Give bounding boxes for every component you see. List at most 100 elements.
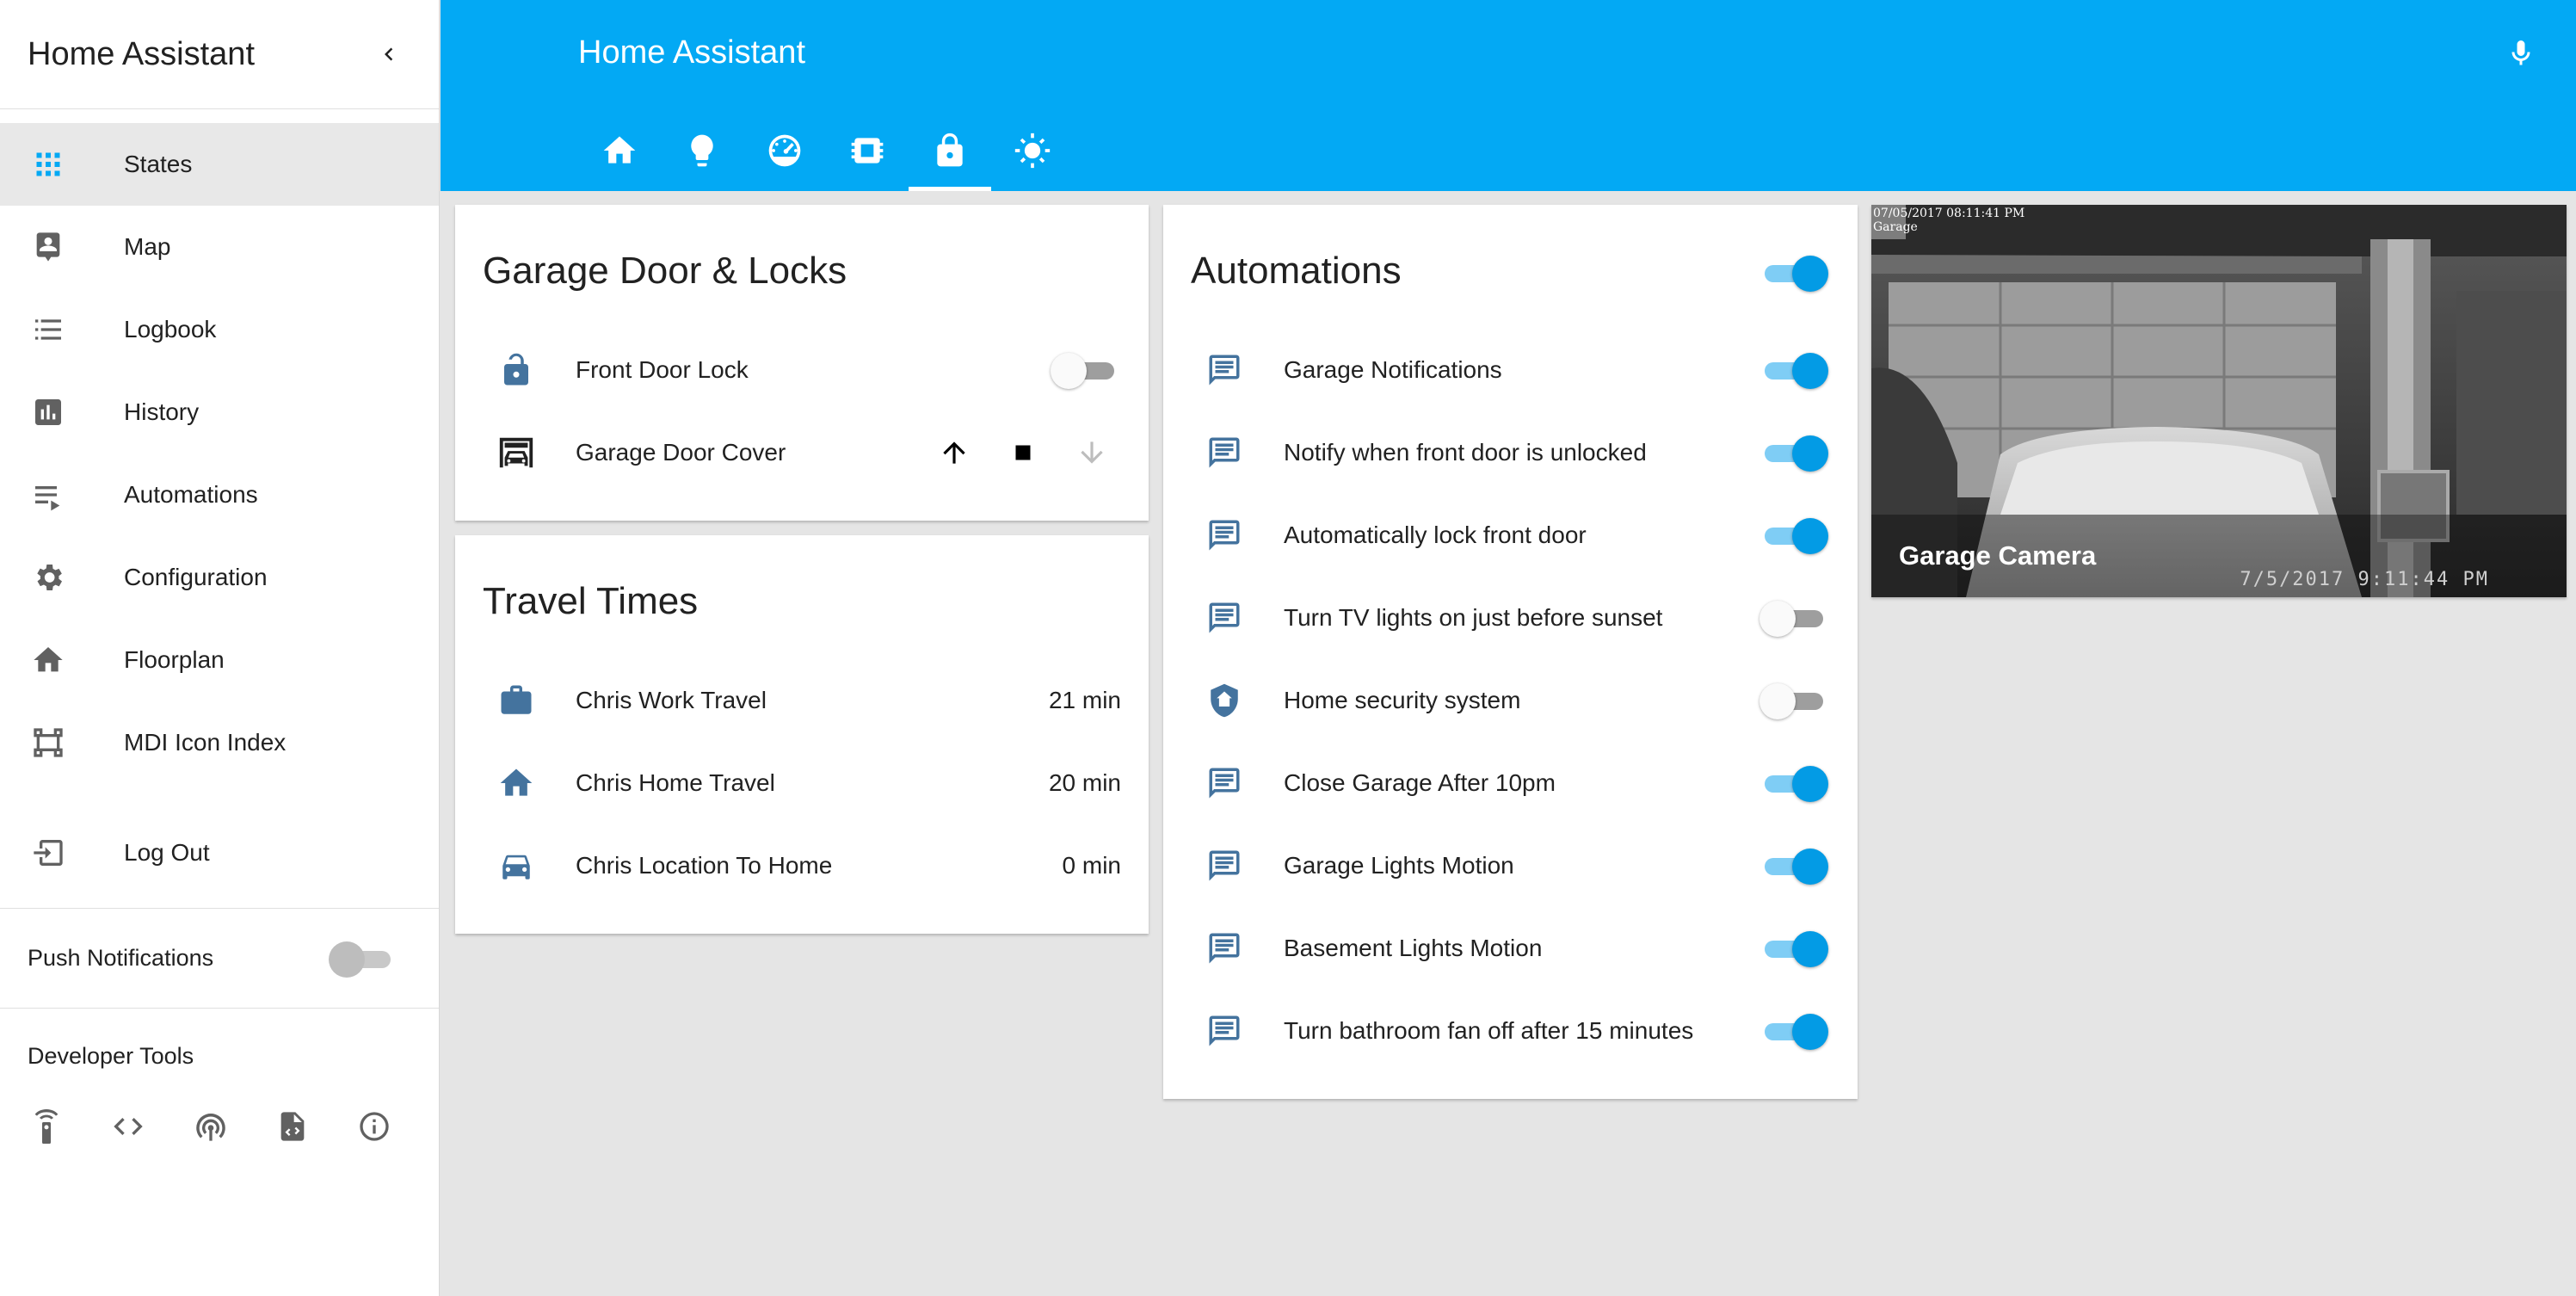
automation-row[interactable]: Home security system [1163,659,1858,742]
view-tabs [578,110,1074,191]
travel-row[interactable]: Chris Home Travel 20 min [455,742,1149,824]
message-text-icon [1205,763,1244,803]
toggle-knob [1792,1014,1828,1050]
tab-system[interactable] [826,110,909,191]
camera-timestamp-text: 07/05/2017 08:11:41 PM [1873,207,2025,220]
garage-car-icon [496,433,536,472]
tab-weather[interactable] [991,110,1074,191]
automation-toggle[interactable] [1759,349,1828,392]
tab-security[interactable] [909,110,991,191]
sidebar-title: Home Assistant [28,35,255,72]
card-title: Garage Door & Locks [483,250,847,292]
automation-row[interactable]: Basement Lights Motion [1163,907,1858,990]
toggle-knob [1792,435,1828,472]
push-notifications-toggle[interactable] [329,937,396,980]
sidebar-item-label: Automations [124,481,258,508]
message-text-icon [1205,1011,1244,1051]
sidebar-item-label: Map [124,233,171,260]
sidebar-header: Home Assistant [0,0,439,109]
sidebar-item-label: States [124,151,193,177]
toggle-knob [1792,931,1828,967]
automation-toggle[interactable] [1759,762,1828,805]
toggle-knob [329,941,365,978]
front-door-lock-toggle[interactable] [1051,349,1119,392]
open-cover-button[interactable] [920,427,989,478]
home-icon [603,136,636,164]
voice-command-button[interactable] [2500,33,2542,74]
broadcast-icon[interactable] [193,1108,227,1145]
camera-timestamp-bottom: 7/5/2017 9:11:44 PM [2240,569,2489,590]
row-label: Front Door Lock [576,356,749,383]
automation-toggle[interactable] [1759,596,1828,639]
row-label: Chris Work Travel [576,687,767,713]
gear-icon [29,559,67,596]
automation-row[interactable]: Turn TV lights on just before sunset [1163,577,1858,659]
microphone-icon [2511,40,2530,65]
garage-door-cover-row: Garage Door Cover [455,411,1149,494]
row-label: Turn bathroom fan off after 15 minutes [1284,1017,1694,1044]
push-notifications-row: Push Notifications [0,909,439,1008]
collapse-sidebar-button[interactable] [365,30,413,78]
row-label: Notify when front door is unlocked [1284,439,1647,466]
sidebar-item-label: MDI Icon Index [124,729,287,756]
lock-icon [937,133,963,167]
arrow-down-icon [1081,441,1103,464]
toggle-knob [1792,353,1828,389]
automation-toggle[interactable] [1759,1009,1828,1052]
file-code-icon[interactable] [275,1108,310,1145]
automation-toggle[interactable] [1759,431,1828,474]
automations-master-toggle[interactable] [1759,251,1828,294]
logout-label: Log Out [124,839,210,866]
sidebar-item-mdi-icon-index[interactable]: MDI Icon Index [0,701,439,784]
sidebar-item-label: Configuration [124,564,268,590]
automation-toggle[interactable] [1759,679,1828,722]
automation-row[interactable]: Automatically lock front door [1163,494,1858,577]
toggle-knob [1792,766,1828,802]
sidebar-item-configuration[interactable]: Configuration [0,536,439,619]
arrow-up-icon [943,441,965,464]
automation-row[interactable]: Close Garage After 10pm [1163,742,1858,824]
automation-toggle[interactable] [1759,514,1828,557]
row-label: Chris Home Travel [576,769,775,796]
travel-row[interactable]: Chris Location To Home 0 min [455,824,1149,907]
sidebar-item-label: Logbook [124,316,217,343]
sidebar-item-logbook[interactable]: Logbook [0,288,439,371]
row-label: Automatically lock front door [1284,521,1587,548]
automation-toggle[interactable] [1759,844,1828,887]
automation-row[interactable]: Notify when front door is unlocked [1163,411,1858,494]
sidebar-item-automations[interactable]: Automations [0,454,439,536]
toggle-knob [1759,683,1796,719]
automation-toggle[interactable] [1759,927,1828,970]
sidebar-item-map[interactable]: Map [0,206,439,288]
sidebar-item-floorplan[interactable]: Floorplan [0,619,439,701]
row-value: 21 min [1048,687,1121,713]
automation-row[interactable]: Turn bathroom fan off after 15 minutes [1163,990,1858,1072]
tab-lights[interactable] [661,110,743,191]
tab-home[interactable] [578,110,661,191]
automation-row[interactable]: Garage Lights Motion [1163,824,1858,907]
tab-sensors[interactable] [743,110,826,191]
page-title: Home Assistant [578,34,805,71]
chart-box-icon [29,393,67,431]
garage-camera-card[interactable]: 07/05/2017 08:11:41 PM Garage Garage Came… [1871,205,2567,597]
row-label: Chris Location To Home [576,852,833,879]
remote-icon[interactable] [29,1108,64,1145]
push-notifications-label: Push Notifications [28,945,214,971]
travel-row[interactable]: Chris Work Travel 21 min [455,659,1149,742]
row-label: Turn TV lights on just before sunset [1284,604,1663,631]
sidebar-item-states[interactable]: States [0,123,439,206]
briefcase-icon [496,681,536,720]
message-text-icon [1205,433,1244,472]
code-brackets-icon[interactable] [111,1108,145,1145]
sidebar-item-history[interactable]: History [0,371,439,454]
message-text-icon [1205,598,1244,638]
toggle-knob [1759,601,1796,637]
sidebar-item-logout[interactable]: Log Out [0,812,439,894]
stop-cover-button[interactable] [989,427,1057,478]
sidebar-item-label: History [124,398,200,425]
automation-row[interactable]: Garage Notifications [1163,329,1858,411]
stop-icon [1015,445,1031,460]
row-label: Garage Lights Motion [1284,852,1514,879]
info-icon[interactable] [357,1108,391,1145]
close-cover-button[interactable] [1057,427,1126,478]
